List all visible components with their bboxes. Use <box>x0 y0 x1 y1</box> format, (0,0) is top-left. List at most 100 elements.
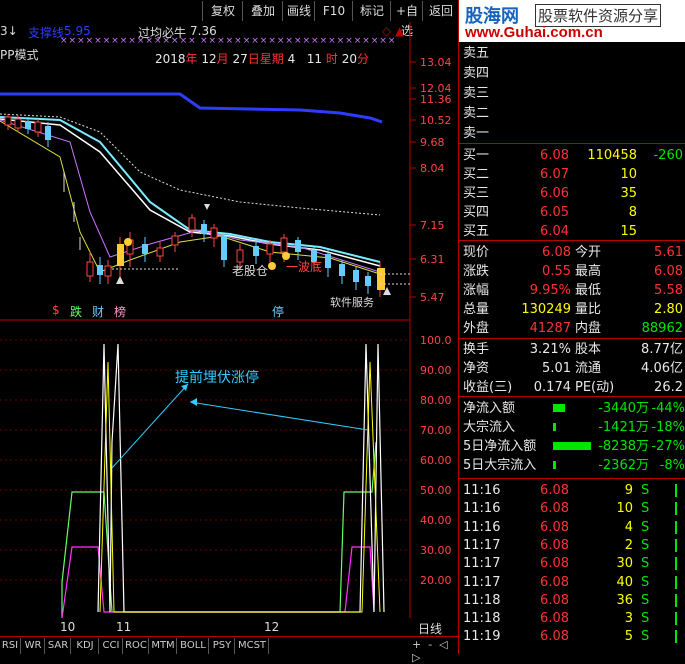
flow-value: -2362万 <box>598 458 649 473</box>
flow-label: 5日大宗流入 <box>463 458 537 473</box>
chart-left-mark: 3↓ <box>0 24 18 38</box>
chart-area[interactable]: 3↓ 支撑线 5.95 过均必牛 7.36 ×××××××××××××××× ×… <box>0 22 458 636</box>
buy-price: 6.06 <box>540 186 569 201</box>
indicator-axis-label: 50.00 <box>420 484 452 497</box>
tab-nav-controls[interactable]: + - ◁ ▷ <box>412 638 458 664</box>
tab-cci[interactable]: CCI <box>100 638 123 654</box>
flow-value: -8238万 <box>598 439 649 454</box>
buy-price: 6.04 <box>540 224 569 239</box>
tick-volume: 4 <box>624 519 633 535</box>
date-month: 12 <box>201 52 217 66</box>
tick-price: 6.08 <box>540 574 569 590</box>
toolbar-button-4[interactable]: 标记 <box>352 1 391 21</box>
flow-label: 净流入额 <box>463 401 516 416</box>
tab-kdj[interactable]: KDJ <box>72 638 99 654</box>
sell-row: 卖一 <box>459 124 685 143</box>
minute-unit: 分 <box>356 52 369 66</box>
tick-side: S <box>641 592 650 608</box>
tab-rsi[interactable]: RSI <box>0 638 21 654</box>
tick-row: 11:16 6.08 10 S <box>459 499 685 518</box>
tab-mcst[interactable]: MCST <box>236 638 269 654</box>
tick-price: 6.08 <box>540 556 569 572</box>
tab-wr[interactable]: WR <box>22 638 45 654</box>
indicator-axis-label: 80.00 <box>420 394 452 407</box>
indicator-axis-label: 70.00 <box>420 424 452 437</box>
tab-mtm[interactable]: MTM <box>150 638 177 654</box>
tag-s: $ <box>52 303 60 317</box>
down-triangle-marker <box>204 204 210 210</box>
toolbar-button-2[interactable]: 画线 <box>282 1 315 21</box>
tag-bang: 榜 <box>114 305 127 319</box>
watermark-banner: 股海网 股票软件资源分享 www.Guhai.com.cn <box>459 0 685 42</box>
tick-time: 11:16 <box>463 519 501 535</box>
sell-row: 卖五 <box>459 44 685 63</box>
fund-label-2: PE(动) <box>575 380 615 395</box>
fund-label: 换手 <box>463 342 490 357</box>
tick-time: 11:16 <box>463 483 501 498</box>
period-label[interactable]: 日线 <box>418 620 442 637</box>
tick-side: S <box>641 629 650 645</box>
fundamental-row: 收益(三) 0.174 PE(动) 26.2 <box>459 378 685 397</box>
tick-row: 11:17 6.08 2 S <box>459 536 685 555</box>
tick-marker <box>675 484 677 497</box>
quote-label: 现价 <box>463 245 490 260</box>
toolbar-button-0[interactable]: 复权 <box>202 1 243 21</box>
tick-side: S <box>641 501 650 517</box>
tick-marker <box>675 593 677 607</box>
tick-marker <box>675 575 677 589</box>
toolbar-button-1[interactable]: 叠加 <box>242 1 283 21</box>
flow-label: 5日净流入额 <box>463 439 537 454</box>
toolbar-button-5[interactable]: +自选 <box>390 1 423 38</box>
buy-row: 买四 6.05 8 <box>459 203 685 222</box>
chart-datetime: 2018年 12月 27日星期 4 11 时 20分 <box>155 50 369 67</box>
tag-ting: 停 <box>272 305 285 319</box>
price-axis-label: 5.47 <box>420 291 445 304</box>
tick-time: 11:19 <box>463 629 501 645</box>
toolbar-button-3[interactable]: F10 <box>314 1 353 21</box>
quote-row: 外盘 41287 内盘 88962 <box>459 319 685 338</box>
arrow-right-head <box>190 398 197 406</box>
tick-row: 11:19 6.08 5 S <box>459 627 685 646</box>
hour: 11 <box>306 52 323 66</box>
tick-side: S <box>641 556 650 572</box>
quote-label: 总量 <box>463 302 490 317</box>
quote-value-2: 5.58 <box>654 283 683 298</box>
quote-value: 9.95% <box>529 283 571 298</box>
price-axis-label: 10.52 <box>420 114 452 127</box>
tab-roc[interactable]: ROC <box>124 638 149 654</box>
chart-svg <box>0 22 416 619</box>
quote-value-2: 5.61 <box>654 245 683 260</box>
annotation-first-wave: 一波底 <box>286 260 323 274</box>
annotation-old-stock: 老股仓 <box>232 264 269 278</box>
tab-sar[interactable]: SAR <box>46 638 71 654</box>
diamond-icon[interactable]: ◇ ▲ <box>382 24 404 38</box>
price-axis-label: 7.15 <box>420 219 445 232</box>
price-axis-label: 11.36 <box>420 93 452 106</box>
fund-label: 收益(三) <box>463 380 513 395</box>
tick-marker <box>675 538 677 552</box>
sell-row: 卖四 <box>459 64 685 83</box>
toolbar-button-6[interactable]: 返回 <box>422 1 459 21</box>
date-day-unit: 日星期 <box>247 52 284 66</box>
tab-boll[interactable]: BOLL <box>178 638 209 654</box>
tick-side: S <box>641 611 650 627</box>
tick-row: 11:16 6.08 4 S <box>459 518 685 537</box>
fund-value: 3.21% <box>529 342 571 357</box>
buy-label: 买三 <box>463 186 490 201</box>
buy-row: 买一 6.08 110458 -260 <box>459 146 685 165</box>
buy-volume: 15 <box>620 224 637 239</box>
indicator-tabs: RSI WR SAR KDJ CCI ROC MTM BOLL PSY MCST + - ◁ ▷ <box>0 636 458 664</box>
quote-label-2: 量比 <box>575 302 602 317</box>
sell-label: 卖二 <box>463 106 490 121</box>
tab-psy[interactable]: PSY <box>210 638 235 654</box>
buy-row: 买三 6.06 35 <box>459 184 685 203</box>
date-day: 27 <box>232 52 248 66</box>
buy-volume: 110458 <box>587 148 637 163</box>
tick-price: 6.08 <box>540 537 569 553</box>
buy-volume: 10 <box>620 167 637 182</box>
buy-price: 6.05 <box>540 205 569 220</box>
tick-time: 11:18 <box>463 592 501 608</box>
fund-value: 0.174 <box>533 380 571 395</box>
arrow-right <box>189 401 369 431</box>
indicator-axis-label: 30.00 <box>420 544 452 557</box>
